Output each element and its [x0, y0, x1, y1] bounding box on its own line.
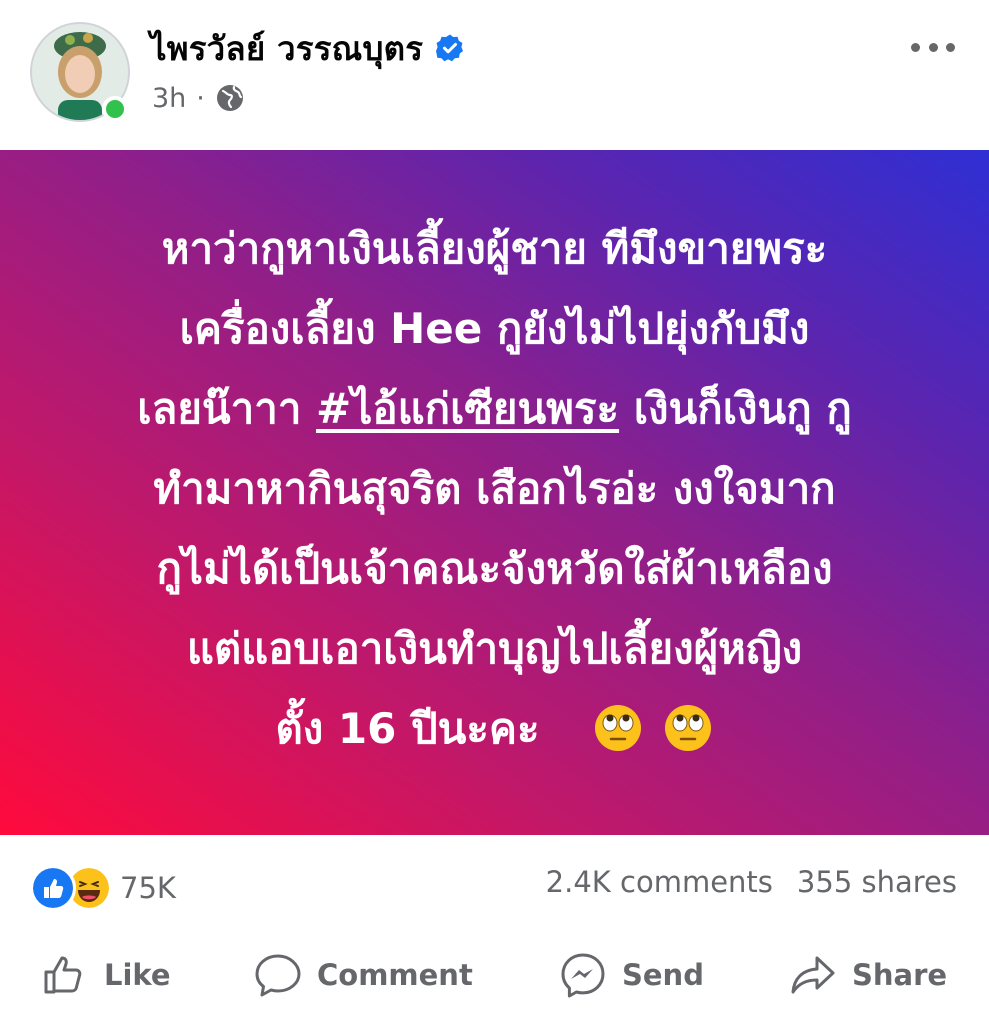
post-text-line: หาว่ากูหาเงินเลี้ยงผู้ชาย ทีมึงขายพระ — [161, 223, 828, 273]
online-status-indicator — [102, 96, 128, 122]
post-text-line: แต่แอบเอาเงินทำบุญไปเลี้ยงผู้หญิง — [186, 623, 803, 673]
post-meta: 3h · — [152, 80, 245, 116]
post-text-segment: เงินก็เงินกู กู — [633, 383, 852, 433]
post-text-segment: ตั้ง 16 ปีนะคะ — [275, 703, 540, 753]
more-dot — [928, 42, 938, 52]
more-options-icon[interactable] — [911, 34, 955, 60]
like-label: Like — [104, 958, 171, 992]
comment-bubble-icon — [255, 954, 301, 997]
post-text-line: กูไม่ได้เป็นเจ้าคณะจังหวัดใส่ผ้าเหลือง — [156, 543, 833, 593]
comment-button[interactable]: Comment — [253, 947, 473, 1003]
share-arrow-icon — [791, 956, 835, 994]
comments-count[interactable]: 2.4K comments — [546, 865, 773, 899]
post-text-line: ทำมาหากินสุจริต เสือกไรอ่ะ งงใจมาก — [153, 463, 836, 513]
meta-separator: · — [196, 82, 205, 114]
like-reaction-icon — [30, 865, 76, 911]
avatar[interactable] — [30, 22, 130, 122]
post-text-line: เลยน๊าาา #ไอ้แก่เซียนพระ เงินก็เงินกู กู — [45, 369, 945, 449]
share-button[interactable]: Share — [788, 947, 947, 1003]
post-stats: 75K 2.4K comments 355 shares — [0, 835, 989, 935]
messenger-icon — [561, 953, 605, 998]
like-button[interactable]: Like — [40, 947, 171, 1003]
post-text-segment: เลยน๊าาา — [137, 383, 302, 433]
hashtag-link[interactable]: #ไอ้แก่เซียนพระ — [316, 384, 619, 433]
reaction-summary[interactable]: 75K — [30, 865, 176, 911]
post-content: หาว่ากูหาเงินเลี้ยงผู้ชาย ทีมึงขายพระ เค… — [0, 150, 989, 835]
send-label: Send — [622, 958, 704, 992]
post-text-line: เครื่องเลี้ยง Hee กูยังไม่ไปยุ่งกับมึง — [179, 303, 810, 353]
reaction-count: 75K — [120, 871, 176, 905]
share-label: Share — [852, 958, 948, 992]
author-name[interactable]: ไพรวัลย์ วรรณบุตร — [150, 22, 423, 75]
shares-count[interactable]: 355 shares — [797, 865, 957, 899]
comment-label: Comment — [317, 958, 473, 992]
post-actions: Like Comment Send Share — [0, 935, 989, 1024]
verified-badge-icon — [435, 33, 465, 63]
post-header: ไพรวัลย์ วรรณบุตร 3h · — [0, 0, 989, 150]
thumbs-up-icon — [44, 956, 82, 994]
globe-icon — [215, 83, 245, 113]
post-text: หาว่ากูหาเงินเลี้ยงผู้ชาย ทีมึงขายพระ เค… — [45, 209, 945, 769]
post-timestamp[interactable]: 3h — [152, 83, 186, 114]
engagement-counts: 2.4K comments 355 shares — [546, 865, 957, 899]
send-button[interactable]: Send — [558, 947, 704, 1003]
more-dot — [911, 42, 920, 52]
author-row: ไพรวัลย์ วรรณบุตร — [150, 26, 465, 70]
more-dot — [946, 42, 955, 52]
face-with-rolling-eyes-icon — [594, 704, 641, 751]
face-with-rolling-eyes-icon — [665, 704, 712, 751]
post-text-line: ตั้ง 16 ปีนะคะ — [45, 689, 945, 769]
